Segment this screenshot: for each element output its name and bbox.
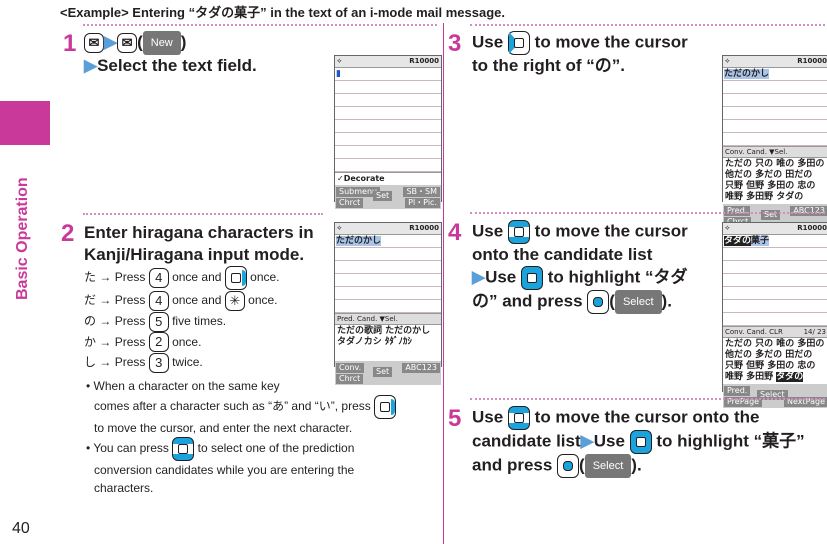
step-4-text: Use to move the cursor onto the candidat… <box>472 220 688 314</box>
step-4-number: 4 <box>448 219 462 246</box>
nav-updown-key-icon <box>507 220 530 244</box>
nav-all-key-icon <box>629 430 652 454</box>
key-press-row: し → Press 3 twice. <box>84 352 280 374</box>
divider <box>83 213 323 215</box>
new-softkey: New <box>142 31 181 55</box>
phone-screen-4: ⟡ R10000 タダの菓子 Conv. Cand. CLR 14/ 23 ただの … <box>722 222 827 408</box>
center-key-icon <box>557 454 580 478</box>
arrow-icon: ▶ <box>84 56 98 75</box>
step-3-number: 3 <box>448 30 462 57</box>
example-heading: <Example> Entering “タダの菓子” in the text o… <box>60 5 505 20</box>
key-press-row: か → Press 2 once. <box>84 332 280 353</box>
phone-screen-2: ⟡ R10000 ただのかし Pred. Cand. ▼Sel. ただの歌詞 ただ… <box>334 222 442 385</box>
arrow-icon: ▶ <box>104 32 118 52</box>
key-press-row: だ → Press 4 once and ✳ once. <box>84 290 280 311</box>
key-press-row: た → Press 4 once and once. <box>84 266 280 290</box>
mail-key-icon: ✉ <box>84 33 104 53</box>
phone-screen-3: ⟡ R10000 ただのかし Conv. Cand. ▼Sel. ただの 只の 唯… <box>722 55 827 228</box>
divider <box>83 24 437 26</box>
mail-key-icon: ✉ <box>117 33 138 53</box>
step-1-text: ✉ ▶ ✉(New) ▶Select the text field. <box>84 31 257 75</box>
step-1-line2: Select the text field. <box>97 56 257 75</box>
nav-all-key-icon <box>521 266 543 290</box>
page-number: 40 <box>12 520 30 537</box>
select-softkey: Select <box>614 290 662 314</box>
center-key-icon <box>587 290 610 314</box>
key-press-list: た → Press 4 once and once. だ → Press 4 o… <box>84 266 280 374</box>
step-5-text: Use to move the cursor onto the candidat… <box>472 406 805 478</box>
divider <box>470 212 825 214</box>
step-1-number: 1 <box>63 30 77 57</box>
step-5-number: 5 <box>448 405 462 432</box>
asterisk-key-icon: ✳ <box>224 290 245 311</box>
nav-left-key-icon <box>507 31 530 55</box>
phone-screen-1: ⟡ R10000 ▮ ✓Decorate Submenu Set SB・SM Ch… <box>334 55 442 209</box>
step-2-notes: • When a character on the same key comes… <box>86 377 436 497</box>
step-3-text: Use to move the cursor to the right of “… <box>472 31 688 75</box>
section-label: Basic Operation <box>14 177 31 300</box>
select-softkey: Select <box>584 454 632 478</box>
step-2-number: 2 <box>61 220 75 247</box>
key-press-row: の → Press 5 five times. <box>84 311 280 332</box>
nav-updown-key-icon <box>507 406 530 430</box>
nav-right-key-icon <box>374 395 397 419</box>
section-tab <box>0 101 50 145</box>
nav-updown-key-icon <box>172 437 195 461</box>
divider <box>470 398 825 400</box>
step-2-heading: Enter hiragana characters in Kanji/Hiraga… <box>84 223 314 264</box>
decorate-label: ✓Decorate <box>335 172 441 185</box>
column-divider <box>443 23 444 544</box>
divider <box>470 24 825 26</box>
nav-right-key-icon <box>224 266 247 290</box>
